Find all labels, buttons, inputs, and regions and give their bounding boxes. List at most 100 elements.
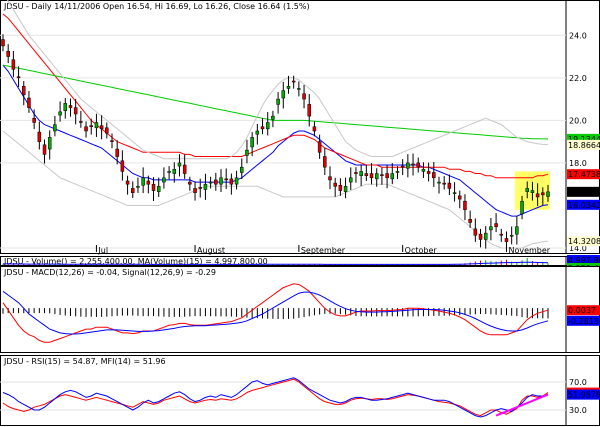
candle-body [115,148,119,157]
candle-body [317,141,322,153]
candle-body [520,200,524,215]
candle-body [22,86,26,96]
candle-body [406,162,410,169]
rsi-panel: JDSU - RSI(15) = 54.87, MFI(14) = 51.96 … [0,355,600,426]
candle-body [73,107,78,115]
macd-panel: JDSU - MACD(12,26) = -0.04, Signal(12,26… [0,266,600,353]
candle-body [136,186,140,188]
candle-body [203,183,208,190]
rsi-y-tick-label: 30.0 [569,406,587,415]
candle-body [240,166,244,173]
candle-body [79,121,83,123]
candle-body [229,178,234,185]
candle-body [84,126,88,132]
candle-body [535,193,540,198]
candle-body [473,228,478,236]
price-y-tick-label: 24.0 [569,31,587,40]
candle-body [374,173,379,180]
candle-body [271,115,275,120]
x-tick-label: November [508,246,550,255]
candle-body [188,181,192,185]
candle-body [390,173,395,180]
candle-body [297,88,301,90]
price-y-tick-label: 18.0 [569,159,587,168]
x-tick-label: October [405,246,438,255]
candle-body [442,182,446,185]
candle-body [281,90,286,99]
candle-body [432,172,436,179]
candle-body [286,86,291,89]
candle-body [89,125,93,127]
candle-body [525,188,529,192]
candle-body [255,130,260,135]
candle-body [224,178,228,181]
candle-body [489,226,493,231]
candle-body [421,169,426,172]
candle-body [53,124,57,132]
candle-body [167,171,171,173]
candle-body [265,122,270,130]
candle-body [530,190,535,193]
candle-body [182,164,187,174]
rsi-header: JDSU - RSI(15) = 54.87, MFI(14) = 51.96 [3,357,166,366]
candle-body [328,176,332,181]
candle-body [426,171,431,174]
candle-body [364,173,369,176]
candle-body [447,182,452,189]
candle-body [198,187,202,189]
candle-body [468,219,472,223]
x-tick-label: August [197,246,225,255]
candle-body [504,238,509,242]
candle-body [234,177,239,185]
candle-body [338,184,343,191]
candle-body [68,105,73,108]
candle-body [151,183,156,191]
candle-body [27,97,31,108]
candle-body [214,179,218,185]
rsi-tag-label: 51.9578 [568,391,600,400]
candle-body [416,162,420,168]
candle-body [250,137,254,148]
candle-body [172,169,177,174]
price-header: JDSU - Daily 14/11/2006 Open 16.54, Hi 1… [3,2,310,11]
candle-body [193,188,197,193]
candle-body [276,98,280,105]
candle-body [509,234,514,237]
candle-body [515,226,519,235]
candle-body [177,162,182,167]
candle-body [302,93,306,100]
candle-body [458,195,462,200]
candle-body [58,111,62,116]
candle-body [380,174,384,176]
candle-body [463,200,467,210]
candle-body [11,59,16,70]
candle-body [437,181,441,184]
candle-body [499,233,504,236]
macd-panel-frame [0,266,600,353]
candle-body [131,188,135,193]
candle-body [6,50,10,57]
candle-body [291,80,296,83]
candle-body [99,125,104,130]
candle-body [400,165,405,168]
candle-body [162,177,166,183]
candle-body [483,232,488,240]
candle-body [42,144,47,155]
rsi-y-tick-label: 70.0 [569,378,587,387]
price-tag-label: 16.64 [568,188,591,197]
candle-body [156,186,161,192]
candle-body [16,76,21,79]
candle-body [359,171,363,176]
candle-body [1,39,5,47]
candle-body [120,160,125,172]
price-tag-label: 18.8664 [568,141,600,150]
candle-body [94,122,99,129]
candle-body [105,127,109,134]
candle-body [546,191,550,197]
candle-body [245,149,249,156]
x-tick-label: Jul [97,246,108,255]
price-panel: JDSU - Daily 14/11/2006 Open 16.54, Hi 1… [0,0,600,255]
candle-body [32,117,36,123]
candle-body [343,186,348,192]
candle-body [63,103,68,112]
